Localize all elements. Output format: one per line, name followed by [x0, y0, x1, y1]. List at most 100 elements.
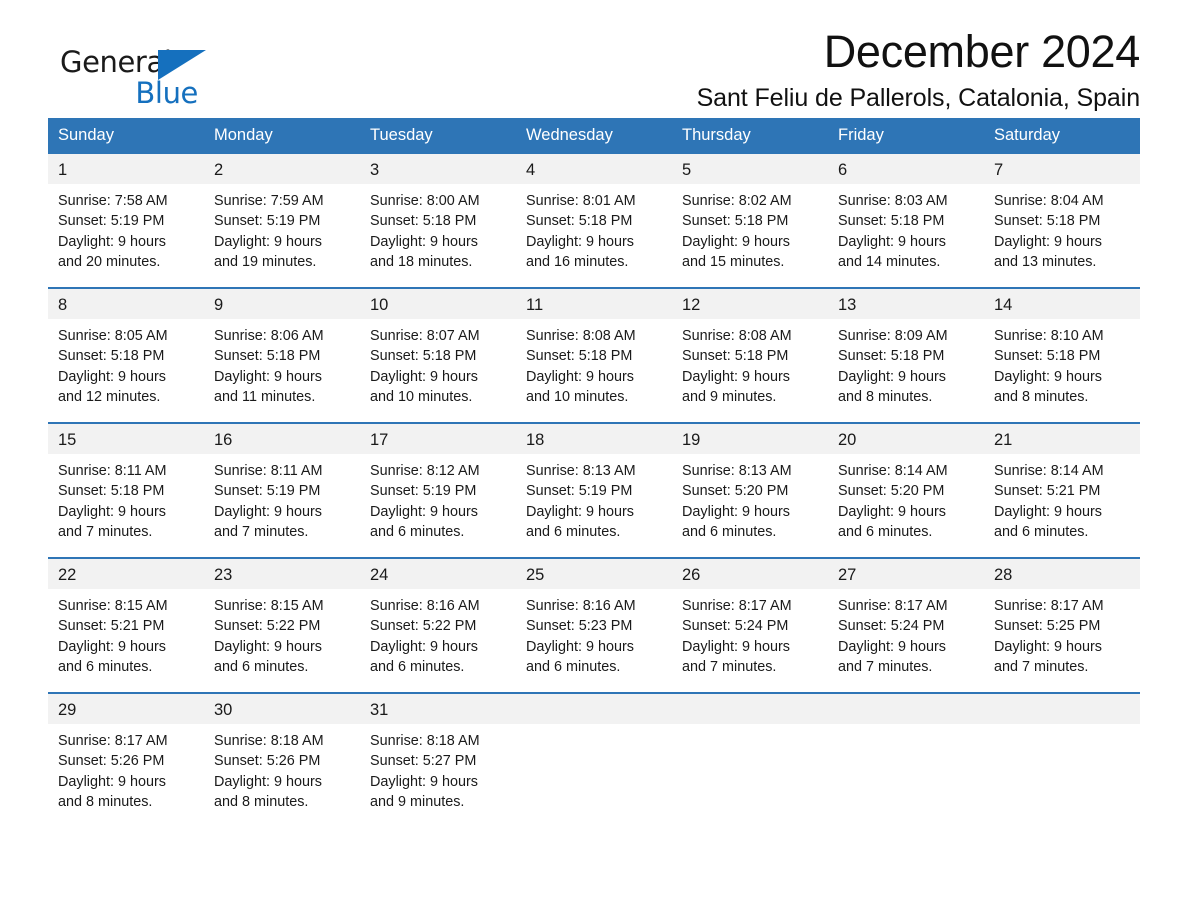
calendar-cell[interactable]: 5 Sunrise: 8:02 AM Sunset: 5:18 PM Daylight…: [672, 153, 828, 288]
sunrise-text: Sunrise: 8:08 AM: [682, 327, 792, 344]
sunset-text: Sunset: 5:22 PM: [370, 618, 477, 635]
day-details: Sunrise: 7:58 AM Sunset: 5:19 PM Daylight:…: [48, 184, 204, 272]
calendar-cell[interactable]: 17 Sunrise: 8:12 AM Sunset: 5:19 PM Dayligh…: [360, 421, 516, 558]
calendar-cell[interactable]: 28 Sunrise: 8:17 AM Sunset: 5:25 PM Dayligh…: [984, 556, 1140, 693]
calendar-cell[interactable]: 15 Sunrise: 8:11 AM Sunset: 5:18 PM Dayligh…: [48, 421, 204, 558]
sunrise-text: Sunrise: 8:13 AM: [682, 462, 792, 479]
day-details: Sunrise: 8:02 AM Sunset: 5:18 PM Daylight:…: [672, 184, 828, 272]
day-details: Sunrise: 8:16 AM Sunset: 5:23 PM Daylight:…: [516, 589, 672, 677]
weekday-header-monday: Monday: [204, 118, 360, 154]
calendar-cell[interactable]: 20 Sunrise: 8:14 AM Sunset: 5:20 PM Dayligh…: [828, 421, 984, 558]
day-details: Sunrise: 8:11 AM Sunset: 5:19 PM Daylight:…: [204, 454, 360, 542]
day-number: 8: [48, 288, 204, 319]
daylight-text-line1: Daylight: 9 hours: [58, 368, 166, 385]
calendar-cell[interactable]: 18 Sunrise: 8:13 AM Sunset: 5:19 PM Dayligh…: [516, 421, 672, 558]
calendar-cell[interactable]: 13 Sunrise: 8:09 AM Sunset: 5:18 PM Dayligh…: [828, 286, 984, 423]
calendar-cell[interactable]: 22 Sunrise: 8:15 AM Sunset: 5:21 PM Dayligh…: [48, 556, 204, 693]
daylight-text-line1: Daylight: 9 hours: [58, 233, 166, 250]
calendar-cell[interactable]: 4 Sunrise: 8:01 AM Sunset: 5:18 PM Daylight…: [516, 153, 672, 288]
sunset-text: Sunset: 5:18 PM: [370, 348, 477, 365]
page-title: December 2024: [823, 26, 1141, 77]
day-number: 10: [360, 288, 516, 319]
calendar-week-row: 22 Sunrise: 8:15 AM Sunset: 5:21 PM Dayligh…: [48, 556, 1140, 693]
calendar-cell[interactable]: 25 Sunrise: 8:16 AM Sunset: 5:23 PM Dayligh…: [516, 556, 672, 693]
calendar-week-row: 1 Sunrise: 7:58 AM Sunset: 5:19 PM Daylight…: [48, 153, 1140, 288]
sunrise-text: Sunrise: 8:10 AM: [994, 327, 1104, 344]
daylight-text-line2: and 9 minutes.: [370, 793, 465, 810]
calendar-cell[interactable]: 27 Sunrise: 8:17 AM Sunset: 5:24 PM Dayligh…: [828, 556, 984, 693]
daylight-text-line2: and 7 minutes.: [214, 523, 309, 540]
calendar-cell[interactable]: 6 Sunrise: 8:03 AM Sunset: 5:18 PM Daylight…: [828, 153, 984, 288]
sunrise-text: Sunrise: 8:12 AM: [370, 462, 480, 479]
daylight-text-line1: Daylight: 9 hours: [682, 638, 790, 655]
sunset-text: Sunset: 5:21 PM: [58, 618, 165, 635]
daylight-text-line2: and 8 minutes.: [58, 793, 153, 810]
sunset-text: Sunset: 5:18 PM: [370, 213, 477, 230]
calendar-body: 1 Sunrise: 7:58 AM Sunset: 5:19 PM Daylight…: [48, 153, 1140, 827]
sunset-text: Sunset: 5:26 PM: [58, 753, 165, 770]
sunset-text: Sunset: 5:20 PM: [682, 483, 789, 500]
day-details: Sunrise: 8:14 AM Sunset: 5:20 PM Daylight:…: [828, 454, 984, 542]
sunrise-text: Sunrise: 8:13 AM: [526, 462, 636, 479]
calendar-cell[interactable]: 16 Sunrise: 8:11 AM Sunset: 5:19 PM Dayligh…: [204, 421, 360, 558]
day-details: Sunrise: 8:14 AM Sunset: 5:21 PM Daylight:…: [984, 454, 1140, 542]
day-details: Sunrise: 8:15 AM Sunset: 5:21 PM Daylight:…: [48, 589, 204, 677]
calendar-cell[interactable]: 7 Sunrise: 8:04 AM Sunset: 5:18 PM Daylight…: [984, 153, 1140, 288]
sunset-text: Sunset: 5:20 PM: [838, 483, 945, 500]
daylight-text-line2: and 16 minutes.: [526, 253, 629, 270]
daylight-text-line1: Daylight: 9 hours: [58, 503, 166, 520]
day-number: 30: [204, 693, 360, 724]
calendar-cell[interactable]: 19 Sunrise: 8:13 AM Sunset: 5:20 PM Dayligh…: [672, 421, 828, 558]
daylight-text-line2: and 7 minutes.: [58, 523, 153, 540]
daylight-text-line2: and 6 minutes.: [838, 523, 933, 540]
calendar-cell[interactable]: 12 Sunrise: 8:08 AM Sunset: 5:18 PM Dayligh…: [672, 286, 828, 423]
sunset-text: Sunset: 5:18 PM: [994, 348, 1101, 365]
calendar-cell[interactable]: 9 Sunrise: 8:06 AM Sunset: 5:18 PM Daylight…: [204, 286, 360, 423]
sunset-text: Sunset: 5:18 PM: [58, 348, 165, 365]
sunrise-text: Sunrise: 8:14 AM: [838, 462, 948, 479]
calendar-cell[interactable]: 26 Sunrise: 8:17 AM Sunset: 5:24 PM Dayligh…: [672, 556, 828, 693]
calendar-cell[interactable]: 21 Sunrise: 8:14 AM Sunset: 5:21 PM Dayligh…: [984, 421, 1140, 558]
sunset-text: Sunset: 5:18 PM: [214, 348, 321, 365]
daylight-text-line1: Daylight: 9 hours: [58, 638, 166, 655]
calendar-cell[interactable]: 23 Sunrise: 8:15 AM Sunset: 5:22 PM Dayligh…: [204, 556, 360, 693]
daylight-text-line2: and 15 minutes.: [682, 253, 785, 270]
sunset-text: Sunset: 5:26 PM: [214, 753, 321, 770]
calendar-cell[interactable]: 14 Sunrise: 8:10 AM Sunset: 5:18 PM Dayligh…: [984, 286, 1140, 423]
weekday-header-sunday: Sunday: [48, 118, 204, 154]
sunrise-text: Sunrise: 8:06 AM: [214, 327, 324, 344]
calendar-cell[interactable]: 11 Sunrise: 8:08 AM Sunset: 5:18 PM Dayligh…: [516, 286, 672, 423]
day-number: 29: [48, 693, 204, 724]
calendar-cell[interactable]: 8 Sunrise: 8:05 AM Sunset: 5:18 PM Daylight…: [48, 286, 204, 423]
sunrise-text: Sunrise: 8:16 AM: [370, 597, 480, 614]
sunset-text: Sunset: 5:23 PM: [526, 618, 633, 635]
calendar-cell[interactable]: 10 Sunrise: 8:07 AM Sunset: 5:18 PM Dayligh…: [360, 286, 516, 423]
sunset-text: Sunset: 5:19 PM: [526, 483, 633, 500]
day-number: 23: [204, 558, 360, 589]
daylight-text-line1: Daylight: 9 hours: [682, 233, 790, 250]
day-details: Sunrise: 8:01 AM Sunset: 5:18 PM Daylight:…: [516, 184, 672, 272]
sunrise-text: Sunrise: 8:01 AM: [526, 192, 636, 209]
daylight-text-line2: and 7 minutes.: [682, 658, 777, 675]
calendar-cell[interactable]: 29 Sunrise: 8:17 AM Sunset: 5:26 PM Dayligh…: [48, 691, 204, 827]
calendar-cell[interactable]: 30 Sunrise: 8:18 AM Sunset: 5:26 PM Dayligh…: [204, 691, 360, 827]
sunset-text: Sunset: 5:18 PM: [838, 348, 945, 365]
generalblue-logo[interactable]: General Blue: [60, 48, 210, 114]
daylight-text-line1: Daylight: 9 hours: [370, 773, 478, 790]
day-details: Sunrise: 8:17 AM Sunset: 5:25 PM Daylight:…: [984, 589, 1140, 677]
daylight-text-line2: and 7 minutes.: [994, 658, 1089, 675]
day-number: [516, 693, 672, 724]
calendar-cell[interactable]: 2 Sunrise: 7:59 AM Sunset: 5:19 PM Daylight…: [204, 153, 360, 288]
calendar-cell[interactable]: 31 Sunrise: 8:18 AM Sunset: 5:27 PM Dayligh…: [360, 691, 516, 827]
daylight-text-line2: and 13 minutes.: [994, 253, 1097, 270]
day-number: 24: [360, 558, 516, 589]
daylight-text-line1: Daylight: 9 hours: [994, 503, 1102, 520]
day-number: 31: [360, 693, 516, 724]
calendar-cell[interactable]: 1 Sunrise: 7:58 AM Sunset: 5:19 PM Daylight…: [48, 153, 204, 288]
calendar-page: General Blue December 2024 Sant Feliu de…: [0, 0, 1188, 918]
sunset-text: Sunset: 5:22 PM: [214, 618, 321, 635]
calendar-cell[interactable]: 3 Sunrise: 8:00 AM Sunset: 5:18 PM Daylight…: [360, 153, 516, 288]
day-details: Sunrise: 8:12 AM Sunset: 5:19 PM Daylight:…: [360, 454, 516, 542]
daylight-text-line2: and 18 minutes.: [370, 253, 473, 270]
calendar-cell[interactable]: 24 Sunrise: 8:16 AM Sunset: 5:22 PM Dayligh…: [360, 556, 516, 693]
